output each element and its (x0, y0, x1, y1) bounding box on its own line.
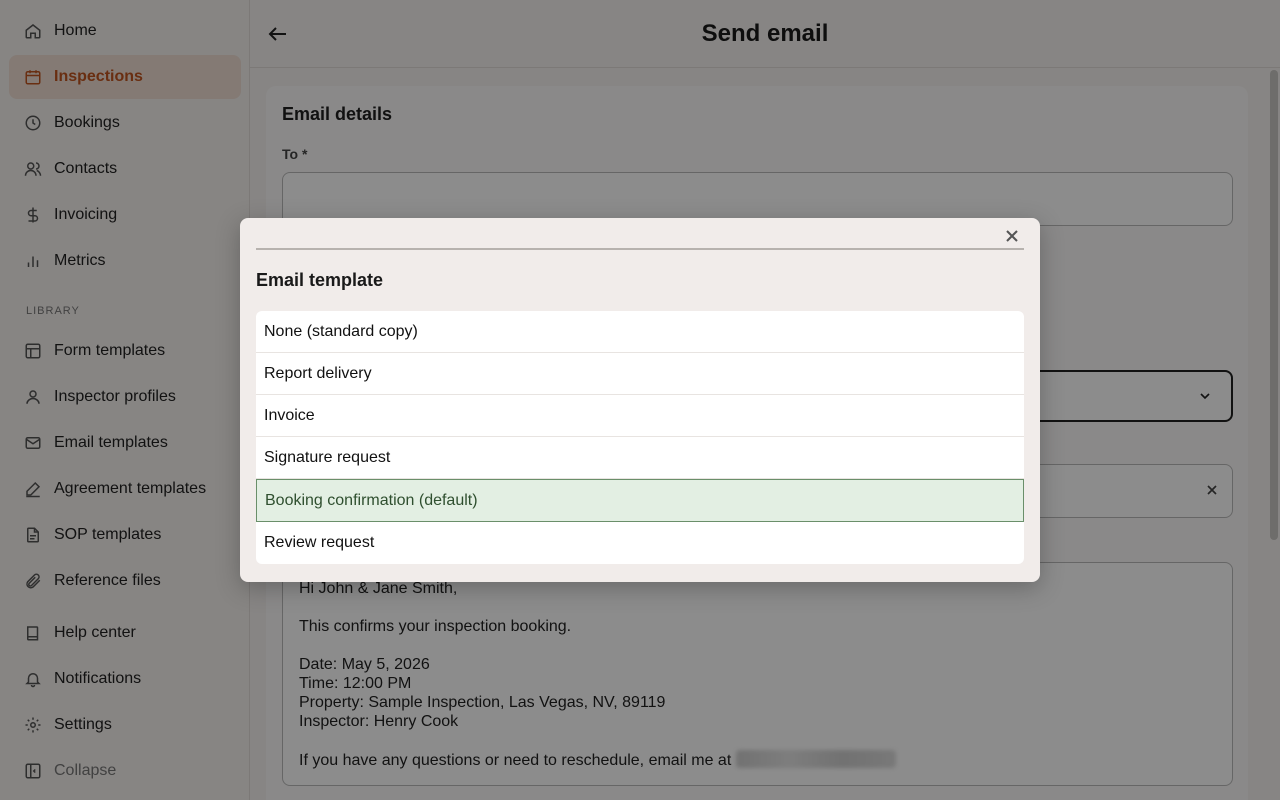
modal-divider (256, 248, 1024, 250)
template-option[interactable]: None (standard copy) (256, 311, 1024, 353)
modal-title: Email template (256, 270, 384, 290)
email-template-modal: Email template None (standard copy) Repo… (240, 218, 1040, 582)
template-option[interactable]: Report delivery (256, 353, 1024, 395)
close-icon[interactable] (1002, 226, 1022, 246)
template-option[interactable]: Review request (256, 522, 1024, 564)
template-option[interactable]: Invoice (256, 395, 1024, 437)
template-option-list: None (standard copy) Report delivery Inv… (256, 311, 1024, 564)
template-option-selected[interactable]: Booking confirmation (default) (256, 479, 1024, 522)
template-option[interactable]: Signature request (256, 437, 1024, 479)
